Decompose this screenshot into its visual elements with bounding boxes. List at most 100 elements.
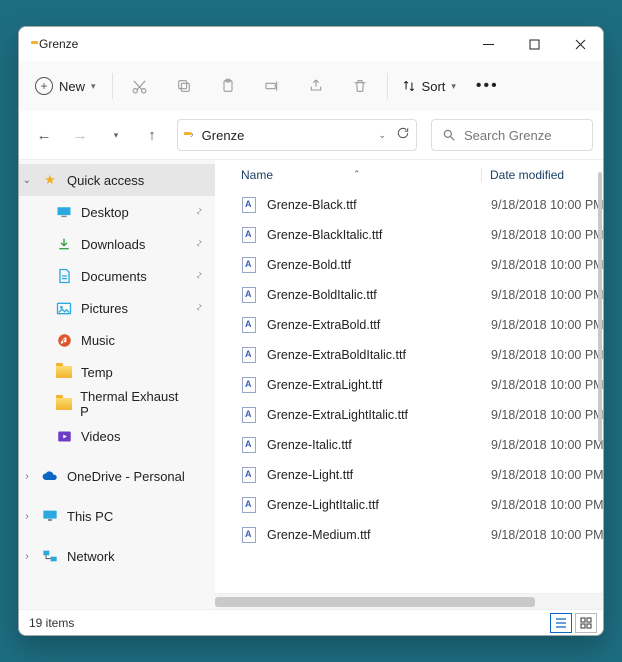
more-button[interactable]: ••• [466,71,509,101]
maximize-button[interactable] [511,27,557,61]
chevron-down-icon[interactable]: ⌄ [21,175,33,186]
sidebar-item-label: Videos [81,429,121,444]
sidebar-item-pinned[interactable]: Pictures [19,292,215,324]
sidebar-item-pinned[interactable]: Videos [19,420,215,452]
file-panel: Name ⌃ Date modified Grenze-Black.ttf9/1… [215,160,603,609]
sidebar-item-pinned[interactable]: Documents [19,260,215,292]
file-row[interactable]: Grenze-ExtraLightItalic.ttf9/18/2018 10:… [215,400,603,430]
cut-button[interactable] [119,68,161,104]
file-name: Grenze-BoldItalic.ttf [267,288,491,302]
star-icon: ★ [41,171,59,189]
new-button[interactable]: + New ▾ [27,71,106,101]
column-header-name[interactable]: Name ⌃ [241,168,481,182]
font-file-icon [241,287,257,303]
sort-button[interactable]: Sort ▾ [394,73,464,100]
sidebar-item-label: Thermal Exhaust P [80,389,185,419]
sidebar-item-quick-access[interactable]: ⌄ ★ Quick access [19,164,215,196]
address-bar[interactable]: › Grenze ⌄ [177,119,417,151]
chevron-down-icon[interactable]: ⌄ [378,130,386,141]
delete-button[interactable] [339,68,381,104]
navbar: ← → ▾ ↑ › Grenze ⌄ Search Grenze [19,111,603,159]
sidebar-item-label: Network [67,549,115,564]
sidebar-item-label: This PC [67,509,113,524]
sidebar-item-pinned[interactable]: Thermal Exhaust P [19,388,215,420]
folder-icon [55,363,73,381]
chevron-right-icon[interactable]: › [21,511,33,522]
sort-button-label: Sort [422,79,446,94]
file-row[interactable]: Grenze-ExtraBold.ttf9/18/2018 10:00 PM [215,310,603,340]
desktop-icon [55,203,73,221]
file-list: Grenze-Black.ttf9/18/2018 10:00 PMGrenze… [215,190,603,593]
plus-icon: + [35,77,53,95]
chevron-right-icon[interactable]: › [21,551,33,562]
minimize-button[interactable] [465,27,511,61]
sidebar-item-label: OneDrive - Personal [67,469,185,484]
vertical-scrollbar[interactable] [598,172,602,442]
videos-icon [55,427,73,445]
font-file-icon [241,497,257,513]
status-count: 19 items [29,616,74,630]
file-name: Grenze-Black.ttf [267,198,491,212]
pin-icon [193,270,203,283]
sidebar-item-pinned[interactable]: Desktop [19,196,215,228]
paste-button[interactable] [207,68,249,104]
file-row[interactable]: Grenze-BlackItalic.ttf9/18/2018 10:00 PM [215,220,603,250]
sidebar-item-pinned[interactable]: Temp [19,356,215,388]
chevron-right-icon[interactable]: › [21,471,33,482]
file-row[interactable]: Grenze-LightItalic.ttf9/18/2018 10:00 PM [215,490,603,520]
file-name: Grenze-ExtraLight.ttf [267,378,491,392]
column-header-label: Name [241,168,273,182]
back-button[interactable]: ← [29,120,59,150]
scrollbar-thumb[interactable] [215,597,535,607]
file-row[interactable]: Grenze-Light.ttf9/18/2018 10:00 PM [215,460,603,490]
file-row[interactable]: Grenze-ExtraLight.ttf9/18/2018 10:00 PM [215,370,603,400]
search-box[interactable]: Search Grenze [431,119,593,151]
file-row[interactable]: Grenze-Medium.ttf9/18/2018 10:00 PM [215,520,603,550]
file-date: 9/18/2018 10:00 PM [491,318,603,332]
file-name: Grenze-Italic.ttf [267,438,491,452]
close-button[interactable] [557,27,603,61]
pinned-list: Desktop Downloads DocumentsPicturesMusicTe… [19,196,215,452]
sidebar-item-this-pc[interactable]: › This PC [19,500,215,532]
file-row[interactable]: Grenze-BoldItalic.ttf9/18/2018 10:00 PM [215,280,603,310]
separator [112,73,113,99]
sidebar-item-label: Downloads [81,237,145,252]
toolbar: + New ▾ Sort ▾ ••• [19,61,603,111]
file-row[interactable]: Grenze-ExtraBoldItalic.ttf9/18/2018 10:0… [215,340,603,370]
copy-button[interactable] [163,68,205,104]
recent-button[interactable]: ▾ [101,120,131,150]
network-icon [41,547,59,565]
sidebar-item-pinned[interactable]: Music [19,324,215,356]
sidebar-item-onedrive[interactable]: › OneDrive - Personal [19,460,215,492]
font-file-icon [241,437,257,453]
music-icon [55,331,73,349]
file-name: Grenze-ExtraBoldItalic.ttf [267,348,491,362]
font-file-icon [241,527,257,543]
file-row[interactable]: Grenze-Italic.ttf9/18/2018 10:00 PM [215,430,603,460]
refresh-button[interactable] [396,126,410,145]
share-button[interactable] [295,68,337,104]
font-file-icon [241,227,257,243]
sidebar-item-pinned[interactable]: Downloads [19,228,215,260]
horizontal-scrollbar[interactable] [215,593,603,609]
rename-button[interactable] [251,68,293,104]
file-row[interactable]: Grenze-Black.ttf9/18/2018 10:00 PM [215,190,603,220]
forward-button[interactable]: → [65,120,95,150]
breadcrumb-segment[interactable]: Grenze [202,128,245,143]
pictures-icon [55,299,73,317]
address-bar-actions: ⌄ [378,126,410,145]
folder-icon [55,395,72,413]
icons-view-button[interactable] [575,613,597,633]
window-title: Grenze [39,37,78,51]
file-name: Grenze-ExtraLightItalic.ttf [267,408,491,422]
file-date: 9/18/2018 10:00 PM [491,498,603,512]
nav-sidebar: ⌄ ★ Quick access Desktop Downloads Documen… [19,160,215,609]
sidebar-item-network[interactable]: › Network [19,540,215,572]
file-date: 9/18/2018 10:00 PM [491,468,603,482]
pin-icon [193,238,203,251]
file-name: Grenze-Medium.ttf [267,528,491,542]
file-row[interactable]: Grenze-Bold.ttf9/18/2018 10:00 PM [215,250,603,280]
details-view-button[interactable] [550,613,572,633]
column-header-date[interactable]: Date modified [481,168,603,182]
up-button[interactable]: ↑ [137,120,167,150]
